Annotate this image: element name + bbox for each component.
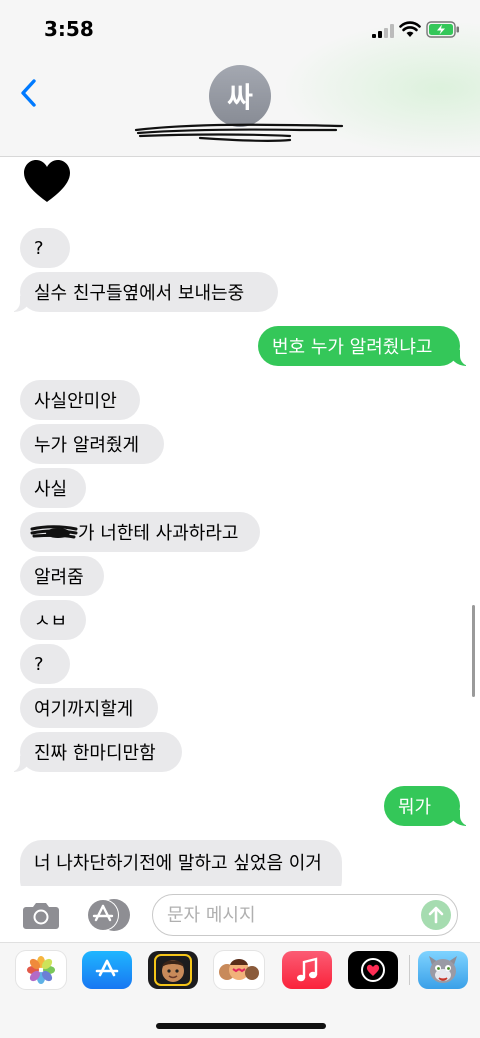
message-bubble[interactable]: 사실안미안: [20, 380, 140, 420]
message-bubble[interactable]: 너 나차단하기전에 말하고 싶었음 이거: [20, 840, 342, 886]
memoji-icon[interactable]: [148, 951, 198, 989]
message-bubble[interactable]: ㅅㅂ: [20, 600, 86, 640]
music-app-icon[interactable]: [282, 951, 332, 989]
message-bubble[interactable]: 뭐가: [384, 786, 474, 826]
redacted-contact-name[interactable]: [130, 118, 346, 148]
message-text: ?: [34, 237, 44, 259]
contact-initial: 싸: [227, 81, 253, 114]
compose-bar: [0, 886, 480, 942]
message-bubble[interactable]: 실수 친구들옆에서 보내는중: [6, 272, 278, 312]
message-text: 실수 친구들옆에서 보내는중: [34, 283, 245, 304]
messages-screen: 3:58 싸 ? 실수 친구들옆에서 보내는중 번호 누가 알려줬냐고 사실안미…: [0, 0, 480, 1038]
talking-tom-icon[interactable]: [418, 951, 468, 989]
status-bar: 3:58: [0, 0, 480, 60]
app-store-toggle-icon[interactable]: [86, 898, 132, 932]
message-bubble[interactable]: 사실: [20, 468, 86, 508]
digital-touch-icon[interactable]: [348, 951, 398, 989]
message-text: 진짜 한마디만함: [34, 743, 156, 764]
message-text: 사실: [34, 479, 68, 500]
message-input[interactable]: [167, 901, 417, 929]
message-text: 번호 누가 알려줬냐고: [272, 337, 433, 358]
message-bubble[interactable]: 번호 누가 알려줬냐고: [258, 326, 474, 366]
drawer-divider: [409, 955, 410, 985]
redacted-name-scribble: [30, 525, 78, 539]
app-store-icon[interactable]: [82, 951, 132, 989]
message-bubble[interactable]: 진짜 한마디만함: [6, 732, 182, 772]
status-time: 3:58: [44, 17, 94, 41]
imessage-app-drawer: [0, 942, 480, 1038]
message-text: ?: [34, 653, 44, 675]
camera-icon[interactable]: [22, 900, 60, 930]
battery-charging-icon: [426, 21, 459, 38]
cellular-signal-icon: [372, 24, 394, 38]
arrow-up-icon: [428, 906, 444, 924]
message-bubble[interactable]: 여기까지할게: [20, 688, 158, 728]
message-bubble[interactable]: ?: [20, 228, 70, 268]
home-indicator[interactable]: [156, 1023, 326, 1029]
message-text: 누가 알려줬게: [34, 435, 140, 456]
wifi-icon: [399, 21, 421, 37]
message-bubble[interactable]: 알려줌: [20, 556, 104, 596]
message-text: ㅅㅂ: [34, 611, 68, 632]
message-text: 너 나차단하기전에 말하고 싶었음 이거: [34, 853, 322, 874]
heart-emoji: [24, 160, 70, 202]
send-button[interactable]: [421, 900, 451, 930]
message-bubble[interactable]: 누가 알려줬게: [20, 424, 164, 464]
animoji-stickers-icon[interactable]: [214, 951, 264, 989]
conversation-header: 3:58 싸: [0, 0, 480, 157]
message-text: 뭐가: [398, 797, 432, 818]
scroll-indicator[interactable]: [472, 605, 475, 697]
back-chevron-icon[interactable]: [18, 78, 40, 108]
message-bubble[interactable]: 가 너한테 사과하라고: [20, 512, 260, 552]
photos-app-icon[interactable]: [16, 951, 66, 989]
message-text: 사실안미안: [34, 391, 117, 412]
message-text: 여기까지할게: [34, 699, 134, 720]
message-text: 가 너한테 사과하라고: [78, 523, 239, 544]
message-text: 알려줌: [34, 567, 84, 588]
message-thread[interactable]: ? 실수 친구들옆에서 보내는중 번호 누가 알려줬냐고 사실안미안 누가 알려…: [0, 158, 480, 886]
message-input-field[interactable]: [152, 894, 458, 936]
message-bubble[interactable]: ?: [20, 644, 70, 684]
